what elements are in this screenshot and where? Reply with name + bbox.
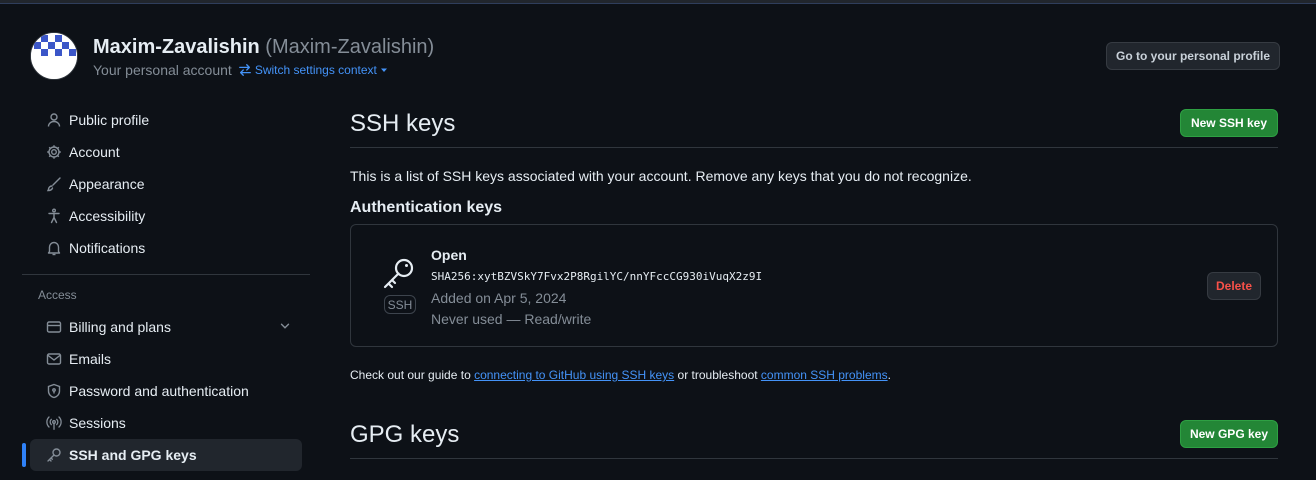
account-subtitle: Your personal account bbox=[93, 62, 232, 78]
account-name: Maxim-Zavalishin (Maxim-Zavalishin) bbox=[93, 36, 434, 59]
settings-sidebar: Public profile Account Appearance Access… bbox=[22, 104, 310, 471]
new-ssh-key-button[interactable]: New SSH key bbox=[1180, 109, 1278, 137]
ssh-connect-guide-link[interactable]: connecting to GitHub using SSH keys bbox=[474, 368, 674, 382]
sidebar-item-billing[interactable]: Billing and plans bbox=[30, 311, 302, 343]
ssh-key-item: SSH Open SHA256:xytBZVSkY7Fvx2P8RgilYC/n… bbox=[350, 224, 1278, 347]
new-gpg-key-button[interactable]: New GPG key bbox=[1180, 420, 1278, 448]
sidebar-item-accessibility[interactable]: Accessibility bbox=[30, 200, 302, 232]
chevron-down-icon[interactable] bbox=[278, 319, 292, 336]
sidebar-item-label: Public profile bbox=[69, 112, 150, 128]
key-icon bbox=[381, 256, 417, 295]
ssh-key-added-date: Added on Apr 5, 2024 bbox=[431, 290, 567, 306]
sidebar-item-label: Accessibility bbox=[69, 208, 146, 224]
avatar[interactable] bbox=[30, 32, 78, 80]
shield-lock-icon bbox=[46, 383, 62, 399]
ssh-badge: SSH bbox=[384, 295, 416, 314]
bell-icon bbox=[46, 240, 62, 256]
ssh-key-usage: Never used — Read/write bbox=[431, 311, 592, 327]
sidebar-group-access: Access bbox=[38, 288, 77, 302]
caret-down-icon bbox=[380, 68, 387, 72]
accessibility-icon bbox=[46, 208, 62, 224]
sidebar-item-label: Sessions bbox=[69, 415, 126, 431]
settings-header: Maxim-Zavalishin (Maxim-Zavalishin) Your… bbox=[30, 32, 1280, 82]
sidebar-item-label: SSH and GPG keys bbox=[69, 447, 197, 463]
key-icon bbox=[46, 447, 62, 463]
ssh-troubleshoot-link[interactable]: common SSH problems bbox=[761, 368, 888, 382]
main-content: SSH keys New SSH key This is a list of S… bbox=[350, 104, 1278, 459]
delete-ssh-key-button[interactable]: Delete bbox=[1207, 272, 1261, 300]
authentication-keys-heading: Authentication keys bbox=[350, 199, 503, 216]
guide-suffix: . bbox=[887, 368, 891, 382]
mail-icon bbox=[46, 351, 62, 367]
go-to-profile-button[interactable]: Go to your personal profile bbox=[1106, 42, 1280, 70]
sidebar-item-appearance[interactable]: Appearance bbox=[30, 168, 302, 200]
switch-context-link[interactable]: Switch settings context bbox=[238, 63, 388, 77]
gpg-keys-title: GPG keys bbox=[350, 421, 460, 448]
guide-middle: or troubleshoot bbox=[674, 368, 761, 382]
sidebar-item-label: Notifications bbox=[69, 240, 146, 256]
broadcast-icon bbox=[46, 415, 62, 431]
account-username: Maxim-Zavalishin bbox=[93, 36, 260, 58]
sidebar-item-account[interactable]: Account bbox=[30, 136, 302, 168]
ssh-section-header: SSH keys New SSH key bbox=[350, 104, 1278, 148]
gear-icon bbox=[46, 144, 62, 160]
sidebar-item-label: Account bbox=[69, 144, 120, 160]
credit-card-icon bbox=[46, 319, 62, 335]
arrow-switch-icon bbox=[238, 64, 251, 76]
sidebar-item-label: Billing and plans bbox=[69, 319, 171, 335]
switch-context-label: Switch settings context bbox=[254, 63, 377, 77]
top-border bbox=[0, 0, 1316, 4]
ssh-key-title: Open bbox=[431, 247, 467, 263]
account-subtitle-row: Your personal account Switch settings co… bbox=[93, 62, 388, 78]
ssh-guide-text: Check out our guide to connecting to Git… bbox=[350, 368, 1278, 382]
sidebar-divider bbox=[22, 274, 310, 275]
sidebar-item-label: Appearance bbox=[69, 176, 145, 192]
sidebar-item-password-auth[interactable]: Password and authentication bbox=[30, 375, 302, 407]
sidebar-item-public-profile[interactable]: Public profile bbox=[30, 104, 302, 136]
account-handle: (Maxim-Zavalishin) bbox=[265, 36, 435, 58]
sidebar-item-label: Emails bbox=[69, 351, 112, 367]
ssh-key-fingerprint: SHA256:xytBZVSkY7Fvx2P8RgilYC/nnYFccCG93… bbox=[431, 270, 763, 283]
sidebar-item-notifications[interactable]: Notifications bbox=[30, 232, 302, 264]
gpg-section-header: GPG keys New GPG key bbox=[350, 415, 1278, 459]
paintbrush-icon bbox=[46, 176, 62, 192]
sidebar-item-label: Password and authentication bbox=[69, 383, 249, 399]
person-icon bbox=[46, 112, 62, 128]
sidebar-item-sessions[interactable]: Sessions bbox=[30, 407, 302, 439]
sidebar-item-ssh-gpg-keys[interactable]: SSH and GPG keys bbox=[22, 439, 302, 471]
sidebar-item-emails[interactable]: Emails bbox=[30, 343, 302, 375]
ssh-keys-title: SSH keys bbox=[350, 110, 456, 137]
guide-prefix: Check out our guide to bbox=[350, 368, 475, 382]
ssh-intro-text: This is a list of SSH keys associated wi… bbox=[350, 168, 972, 184]
